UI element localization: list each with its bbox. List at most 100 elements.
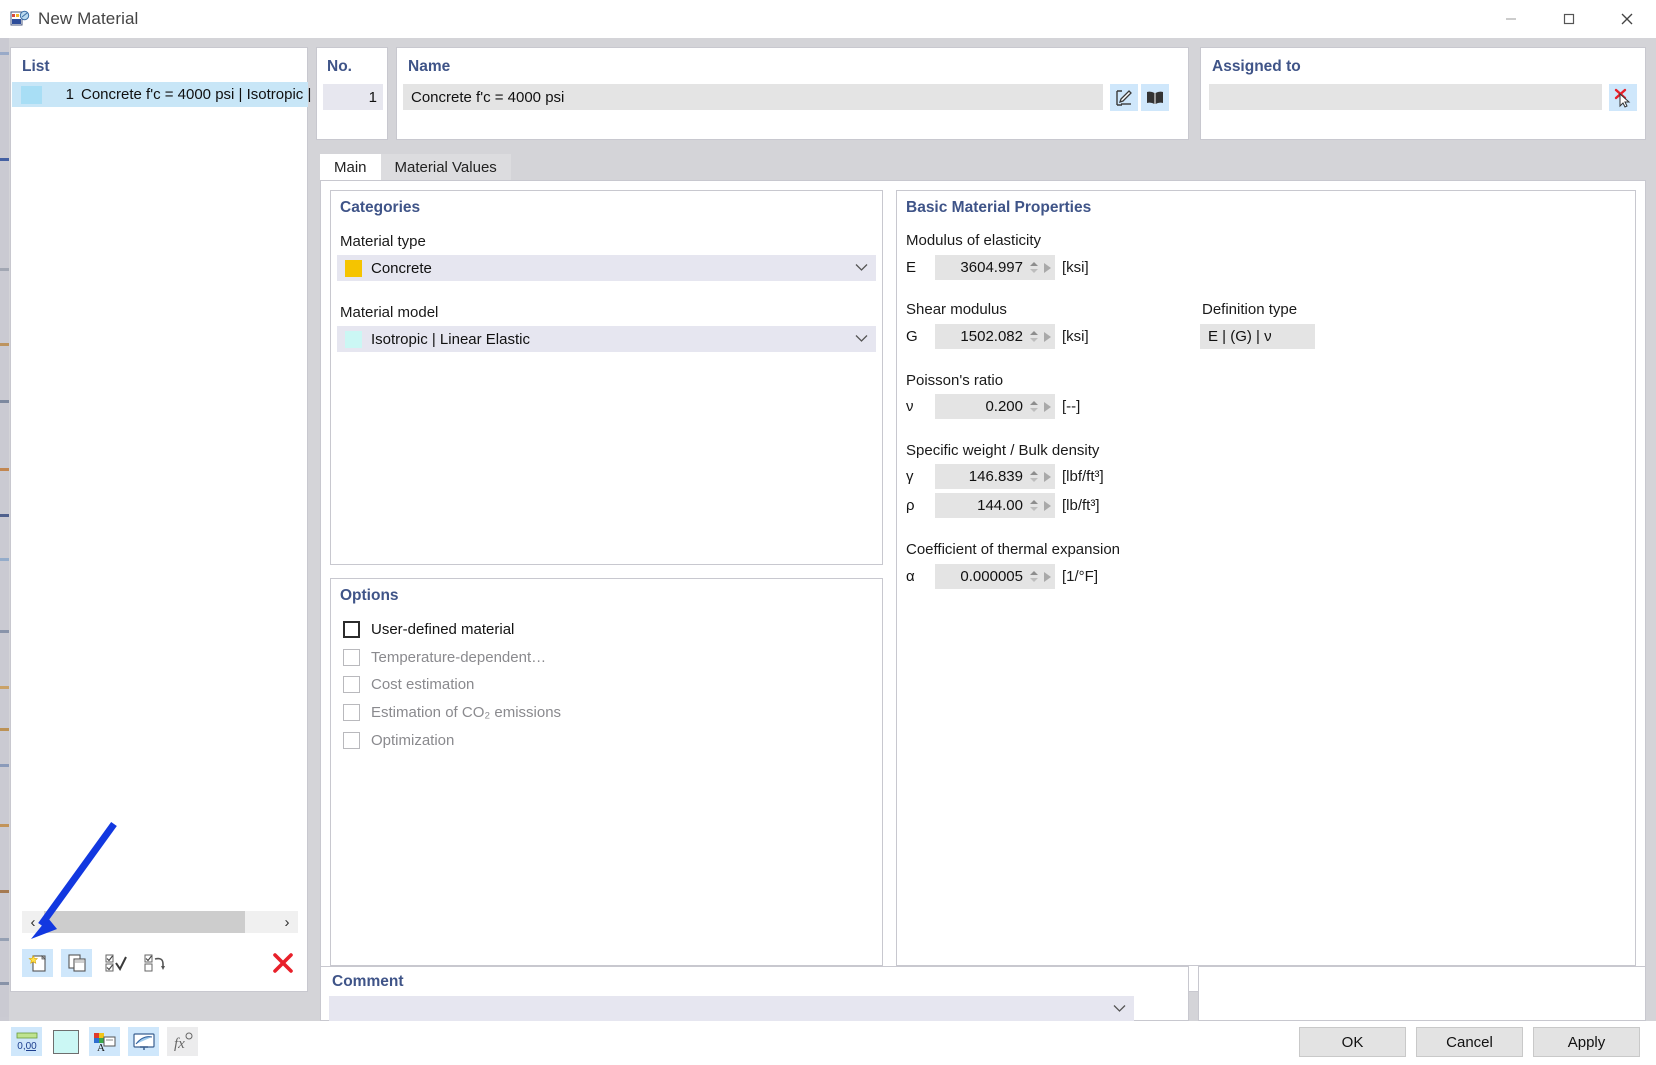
fx-formula-icon[interactable]: fx [167,1027,198,1056]
expand-arrow-icon[interactable] [1039,493,1055,518]
list-panel: List 1 Concrete f'c = 4000 psi | Isotrop… [10,47,357,992]
scroll-right-arrow-icon[interactable]: › [276,911,298,933]
thermal-expansion-label: Coefficient of thermal expansion [906,541,1121,558]
red-x-cursor-icon[interactable] [1609,84,1637,111]
expand-arrow-icon[interactable] [1039,564,1055,589]
option-label: User-defined material [371,621,515,638]
spinner-icon[interactable] [1028,464,1039,489]
field-value: 144.00 [977,497,1023,514]
color-swatch-icon[interactable] [50,1027,81,1056]
material-model-label: Material model [340,304,439,321]
svg-text:fx: fx [174,1036,185,1052]
number-panel: No. 1 [316,47,388,140]
select-all-button[interactable] [100,949,131,977]
shear-modulus-symbol: G [906,328,918,345]
specific-weight-unit: [lbf/ft³] [1062,468,1104,485]
scroll-left-arrow-icon[interactable]: ‹ [22,911,44,933]
thermal-expansion-unit: [1/°F] [1062,568,1099,585]
new-material-button[interactable] [22,949,53,977]
minimize-icon[interactable] [1482,0,1540,38]
footer-toolbar: 0,00 A fx [11,1027,198,1056]
list-item[interactable]: 1 Concrete f'c = 4000 psi | Isotropic | … [12,82,357,107]
dialog-footer: 0,00 A fx OK Cancel Apply [0,1021,1656,1065]
window-title: New Material [38,9,139,28]
options-title: Options [340,587,399,604]
list-item-number: 1 [65,86,74,103]
name-input[interactable]: Concrete f'c = 4000 psi [403,84,1103,110]
ok-button[interactable]: OK [1299,1027,1406,1057]
checkbox[interactable] [343,621,360,638]
book-library-icon[interactable] [1141,84,1169,111]
option-co2-emissions: Estimation of CO₂ emissions [343,704,561,721]
checkbox [343,649,360,666]
assigned-to-input[interactable] [1209,84,1602,110]
material-model-dropdown[interactable]: Isotropic | Linear Elastic [337,326,876,352]
scrollbar-track[interactable] [44,911,276,933]
spinner-icon[interactable] [1028,324,1039,349]
scrollbar-thumb[interactable] [44,911,245,933]
option-user-defined-material[interactable]: User-defined material [343,621,514,638]
delete-material-button[interactable] [267,949,298,977]
chevron-down-icon[interactable] [855,259,868,277]
expand-arrow-icon[interactable] [1039,324,1055,349]
specific-weight-field[interactable]: 146.839 [935,464,1055,489]
expand-arrow-icon[interactable] [1039,255,1055,280]
modulus-of-elasticity-field[interactable]: 3604.997 [935,255,1055,280]
shear-modulus-label: Shear modulus [906,301,1007,318]
decimals-0-00-icon[interactable]: 0,00 [11,1027,42,1056]
list-toolbar [22,947,298,979]
assigned-to-panel: Assigned to [1200,47,1646,140]
close-icon[interactable] [1598,0,1656,38]
assigned-to-panel-title: Assigned to [1212,58,1301,75]
new-material-dialog: New Material List 1 Concrete f'c = 4000 … [0,0,1656,1065]
modulus-of-elasticity-symbol: E [906,259,917,276]
edit-pencil-icon[interactable] [1110,84,1138,111]
chevron-down-icon[interactable] [855,330,868,348]
font-color-icon[interactable]: A [89,1027,120,1056]
specific-weight-symbol: γ [906,468,914,485]
spinner-icon[interactable] [1028,564,1039,589]
chevron-down-icon[interactable] [1113,1000,1126,1018]
maximize-icon[interactable] [1540,0,1598,38]
poissons-ratio-field[interactable]: 0.200 [935,394,1055,419]
window-titlebar: New Material [0,0,1656,38]
checkbox [343,676,360,693]
expand-arrow-icon[interactable] [1039,464,1055,489]
shear-modulus-unit: [ksi] [1062,328,1089,345]
material-type-dropdown[interactable]: Concrete [337,255,876,281]
material-list[interactable]: 1 Concrete f'c = 4000 psi | Isotropic | … [12,82,357,977]
bulk-density-symbol: ρ [906,497,915,514]
spinner-icon[interactable] [1028,255,1039,280]
field-value: 0.200 [985,398,1023,415]
shear-modulus-field[interactable]: 1502.082 [935,324,1055,349]
option-label: Temperature-dependent… [371,649,547,666]
tab-main[interactable]: Main [320,154,381,180]
option-label: Estimation of CO₂ emissions [371,704,562,721]
option-temperature-dependent: Temperature-dependent… [343,649,546,666]
checkbox [343,732,360,749]
copy-material-button[interactable] [61,949,92,977]
definition-type-field[interactable]: E | (G) | ν [1200,324,1315,349]
tab-material-values[interactable]: Material Values [380,154,511,180]
thermal-expansion-field[interactable]: 0.000005 [935,564,1055,589]
list-horizontal-scrollbar[interactable]: ‹ › [22,911,298,933]
invert-selection-button[interactable] [139,949,170,977]
spinner-icon[interactable] [1028,493,1039,518]
bulk-density-field[interactable]: 144.00 [935,493,1055,518]
comment-side-panel [1198,966,1646,1021]
apply-button[interactable]: Apply [1533,1027,1640,1057]
material-type-value: Concrete [371,259,432,277]
display-render-icon[interactable] [128,1027,159,1056]
tab-strip: Main Material Values [320,154,1646,180]
material-type-label: Material type [340,233,426,250]
cancel-button[interactable]: Cancel [1416,1027,1523,1057]
basic-material-properties-title: Basic Material Properties [906,199,1092,216]
categories-title: Categories [340,199,421,216]
comment-input[interactable] [329,996,1134,1021]
material-model-color-swatch [345,330,362,348]
number-field[interactable]: 1 [323,84,383,110]
spinner-icon[interactable] [1028,394,1039,419]
modulus-of-elasticity-label: Modulus of elasticity [906,232,1042,249]
expand-arrow-icon[interactable] [1039,394,1055,419]
modulus-of-elasticity-unit: [ksi] [1062,259,1089,276]
